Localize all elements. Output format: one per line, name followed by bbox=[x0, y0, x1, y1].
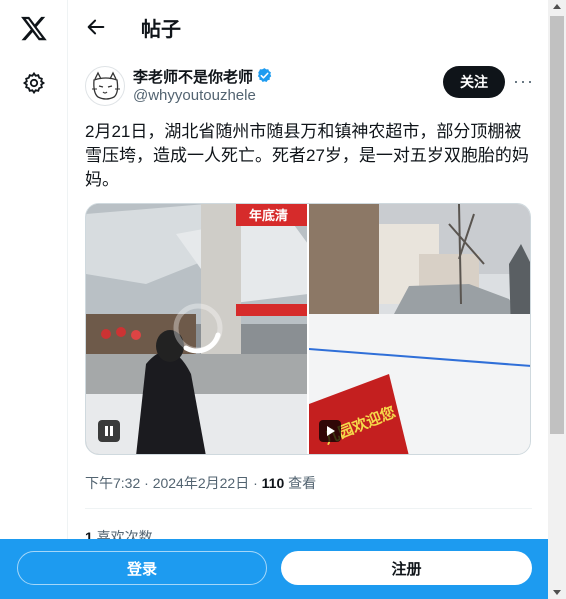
avatar[interactable] bbox=[85, 66, 125, 106]
pause-button[interactable] bbox=[98, 420, 120, 442]
verified-badge-icon bbox=[257, 68, 272, 83]
scroll-up-arrow-icon[interactable] bbox=[553, 4, 561, 9]
video-2[interactable]: 儿园欢迎您 bbox=[309, 204, 530, 454]
post-meta: 下午7:32 · 2024年2月22日 · 110 查看 bbox=[85, 473, 316, 493]
left-nav-rail bbox=[0, 0, 68, 599]
author-handle[interactable]: @whyyoutouzhele bbox=[133, 87, 256, 104]
author-display-name[interactable]: 李老师不是你老师 bbox=[133, 66, 253, 87]
bottom-signup-bar: 登录 注册 bbox=[0, 539, 548, 599]
play-icon bbox=[327, 426, 335, 436]
post-text: 2月21日，湖北省随州市随县万和镇神农超市，部分顶棚被雪压垮，造成一人死亡。死者… bbox=[85, 122, 529, 189]
post-timestamp[interactable]: 下午7:32 · 2024年2月22日 · bbox=[85, 475, 262, 491]
more-options-icon[interactable]: ··· bbox=[513, 70, 533, 92]
gear-icon[interactable] bbox=[22, 71, 46, 95]
follow-button[interactable]: 关注 bbox=[443, 66, 505, 98]
page-title: 帖子 bbox=[141, 19, 181, 41]
divider bbox=[85, 508, 532, 509]
views-label: 查看 bbox=[284, 475, 317, 491]
scroll-thumb[interactable] bbox=[550, 16, 564, 434]
video-1[interactable]: 年底清 bbox=[86, 204, 307, 454]
pause-icon bbox=[105, 426, 113, 436]
page-header: 帖子 bbox=[69, 0, 548, 56]
play-button[interactable] bbox=[319, 420, 341, 442]
media-grid: 年底清 儿园欢迎您 bbox=[85, 203, 531, 455]
video-2-frame: 儿园欢迎您 bbox=[309, 204, 530, 454]
x-logo-icon[interactable] bbox=[20, 14, 48, 42]
views-count: 110 bbox=[261, 475, 285, 491]
scroll-down-arrow-icon[interactable] bbox=[553, 590, 561, 595]
main-column: 帖子 李老师不是你老师 @whyyoutouzhele 关注 ··· 2月21日… bbox=[69, 0, 548, 599]
signup-button[interactable]: 注册 bbox=[281, 551, 532, 585]
cat-avatar-icon bbox=[92, 71, 120, 100]
login-button[interactable]: 登录 bbox=[17, 551, 267, 585]
back-arrow-icon[interactable] bbox=[85, 16, 107, 38]
scrollbar[interactable] bbox=[548, 0, 566, 599]
video-1-frame: 年底清 bbox=[86, 204, 307, 454]
store-sign-text: 年底清 bbox=[249, 208, 288, 224]
